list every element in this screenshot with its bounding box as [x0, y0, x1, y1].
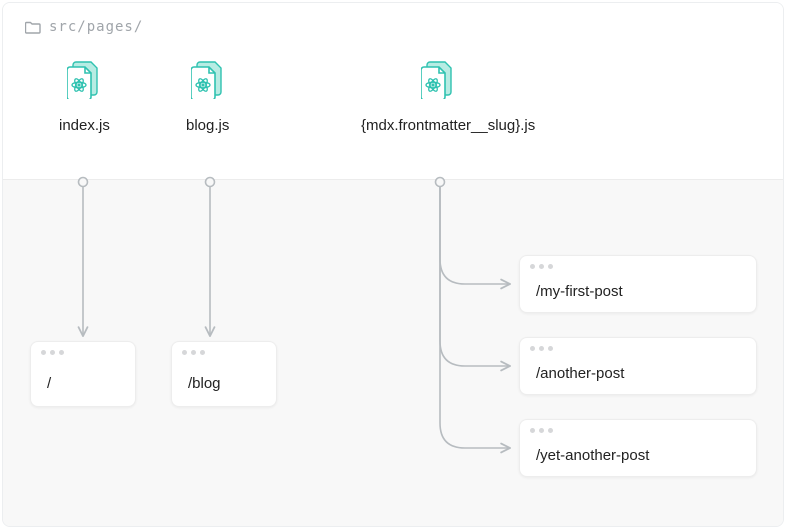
- page-card-root: /: [30, 341, 136, 407]
- breadcrumb-path: src/pages/: [49, 19, 143, 35]
- page-card-post3: /yet-another-post: [519, 419, 757, 477]
- window-dots-icon: [530, 346, 553, 351]
- file-label-slug: {mdx.frontmatter__slug}.js: [361, 117, 535, 134]
- file-node-blog: blog.js: [186, 61, 229, 134]
- file-node-slug: {mdx.frontmatter__slug}.js: [361, 61, 535, 134]
- window-dots-icon: [182, 350, 205, 355]
- window-dots-icon: [530, 428, 553, 433]
- react-file-icon: [191, 61, 225, 103]
- page-path-post1: /my-first-post: [536, 283, 623, 300]
- page-card-post1: /my-first-post: [519, 255, 757, 313]
- diagram-frame: src/pages/ index.js: [2, 2, 784, 527]
- breadcrumb: src/pages/: [25, 19, 143, 35]
- react-file-icon: [67, 61, 101, 103]
- react-file-icon: [421, 61, 455, 103]
- window-dots-icon: [530, 264, 553, 269]
- page-path-post3: /yet-another-post: [536, 447, 649, 464]
- page-path-post2: /another-post: [536, 365, 624, 382]
- page-path-root: /: [47, 375, 51, 392]
- page-card-blog: /blog: [171, 341, 277, 407]
- file-label-index: index.js: [59, 117, 110, 134]
- file-label-blog: blog.js: [186, 117, 229, 134]
- folder-icon: [25, 20, 41, 34]
- page-card-post2: /another-post: [519, 337, 757, 395]
- window-dots-icon: [41, 350, 64, 355]
- file-node-index: index.js: [59, 61, 110, 134]
- page-path-blog: /blog: [188, 375, 221, 392]
